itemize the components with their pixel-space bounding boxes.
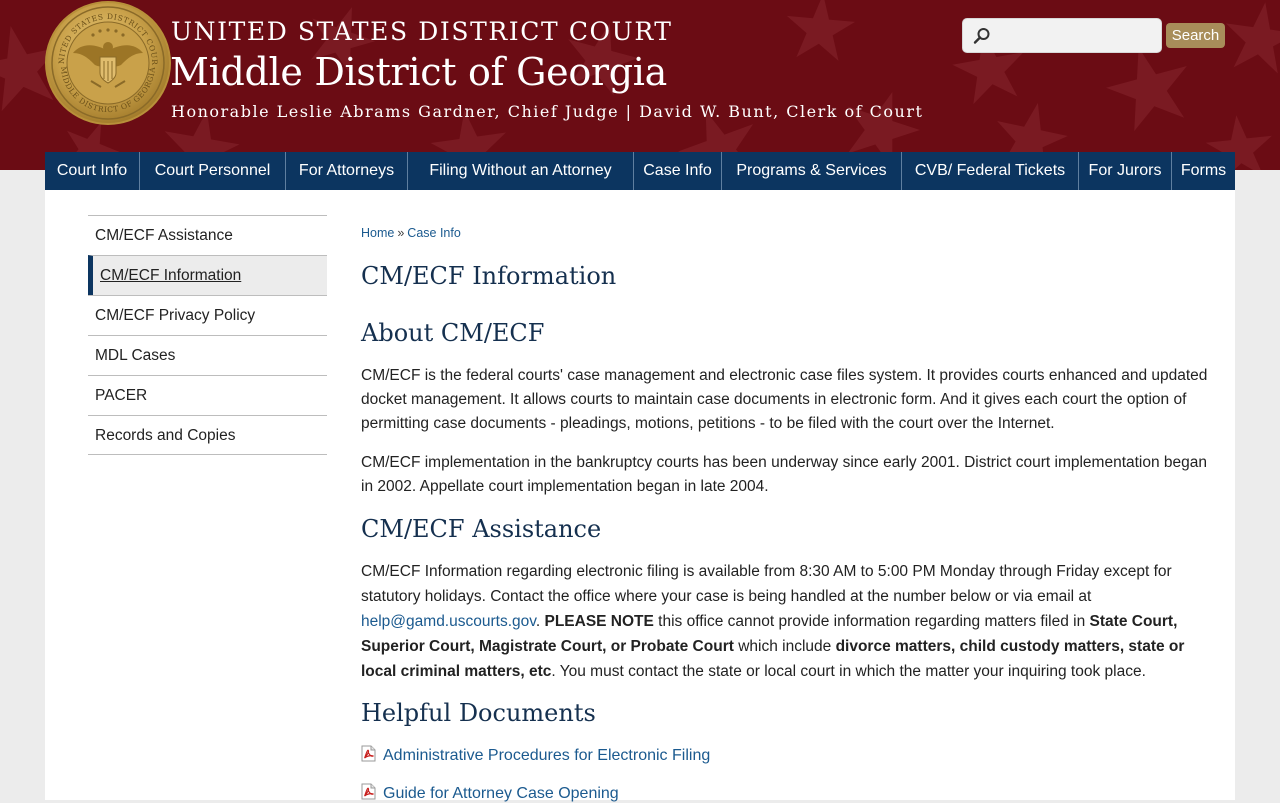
- sidebar-item-cmecf-assistance[interactable]: CM/ECF Assistance: [88, 215, 327, 255]
- breadcrumb-case-info[interactable]: Case Info: [407, 226, 461, 240]
- search-icon: [973, 28, 990, 44]
- court-seal-logo[interactable]: UNITED STATES DISTRICT COURT MIDDLE DIST…: [45, 1, 171, 125]
- about-heading: About CM/ECF: [361, 319, 545, 347]
- about-paragraph-2: CM/ECF implementation in the bankruptcy …: [361, 454, 1208, 495]
- assistance-paragraph: CM/ECF Information regarding electronic …: [361, 559, 1211, 684]
- help-email-link[interactable]: help@gamd.uscourts.gov: [361, 613, 536, 630]
- eagle-seal-icon: UNITED STATES DISTRICT COURT MIDDLE DIST…: [47, 3, 165, 120]
- nav-case-info[interactable]: Case Info: [634, 152, 722, 190]
- breadcrumb-home[interactable]: Home: [361, 226, 394, 240]
- assistance-text-c: this office cannot provide information r…: [653, 613, 1090, 630]
- search-input[interactable]: [995, 25, 1155, 47]
- assistance-heading: CM/ECF Assistance: [361, 515, 602, 543]
- search-button[interactable]: Search: [1166, 23, 1225, 48]
- admin-procedures-link[interactable]: Administrative Procedures for Electronic…: [383, 747, 710, 764]
- search-box: [962, 18, 1162, 53]
- document-item: Administrative Procedures for Electronic…: [361, 745, 710, 765]
- court-name-line: UNITED STATES DISTRICT COURT: [171, 17, 673, 46]
- assistance-text-a: CM/ECF Information regarding electronic …: [361, 563, 1172, 605]
- nav-for-attorneys[interactable]: For Attorneys: [286, 152, 408, 190]
- page-title: CM/ECF Information: [361, 262, 617, 290]
- sidebar-item-pacer[interactable]: PACER: [88, 375, 327, 415]
- breadcrumb: Home» Case Info: [361, 226, 461, 240]
- judge-clerk-line: Honorable Leslie Abrams Gardner, Chief J…: [171, 102, 924, 121]
- assistance-text-d: which include: [733, 638, 836, 655]
- nav-court-info[interactable]: Court Info: [45, 152, 140, 190]
- about-paragraph-1: CM/ECF is the federal courts' case manag…: [361, 367, 1208, 432]
- assistance-text-e: . You must contact the state or local co…: [551, 663, 1146, 680]
- nav-for-jurors[interactable]: For Jurors: [1079, 152, 1172, 190]
- sidebar-item-records-copies[interactable]: Records and Copies: [88, 415, 327, 455]
- attorney-case-opening-link[interactable]: Guide for Attorney Case Opening: [383, 785, 619, 802]
- helpful-documents-heading: Helpful Documents: [361, 699, 596, 727]
- nav-court-personnel[interactable]: Court Personnel: [140, 152, 286, 190]
- nav-filing-without-attorney[interactable]: Filing Without an Attorney: [408, 152, 634, 190]
- nav-forms[interactable]: Forms: [1172, 152, 1235, 190]
- nav-cvb-federal-tickets[interactable]: CVB/ Federal Tickets: [902, 152, 1079, 190]
- pdf-icon: [361, 745, 376, 762]
- sidebar-item-mdl-cases[interactable]: MDL Cases: [88, 335, 327, 375]
- district-title[interactable]: Middle District of Georgia: [170, 50, 667, 94]
- nav-programs-services[interactable]: Programs & Services: [722, 152, 902, 190]
- please-note-label: PLEASE NOTE: [544, 613, 654, 630]
- pdf-icon: [361, 783, 376, 800]
- breadcrumb-separator: »: [397, 226, 405, 240]
- sidebar-item-cmecf-privacy-policy[interactable]: CM/ECF Privacy Policy: [88, 295, 327, 335]
- sidebar-item-cmecf-information[interactable]: CM/ECF Information: [88, 255, 327, 295]
- main-nav: Court Info Court Personnel For Attorneys…: [45, 152, 1235, 190]
- site-header: UNITED STATES DISTRICT COURT MIDDLE DIST…: [0, 0, 1280, 170]
- document-item: Guide for Attorney Case Opening: [361, 783, 619, 803]
- sidebar-menu: CM/ECF Assistance CM/ECF Information CM/…: [88, 215, 327, 455]
